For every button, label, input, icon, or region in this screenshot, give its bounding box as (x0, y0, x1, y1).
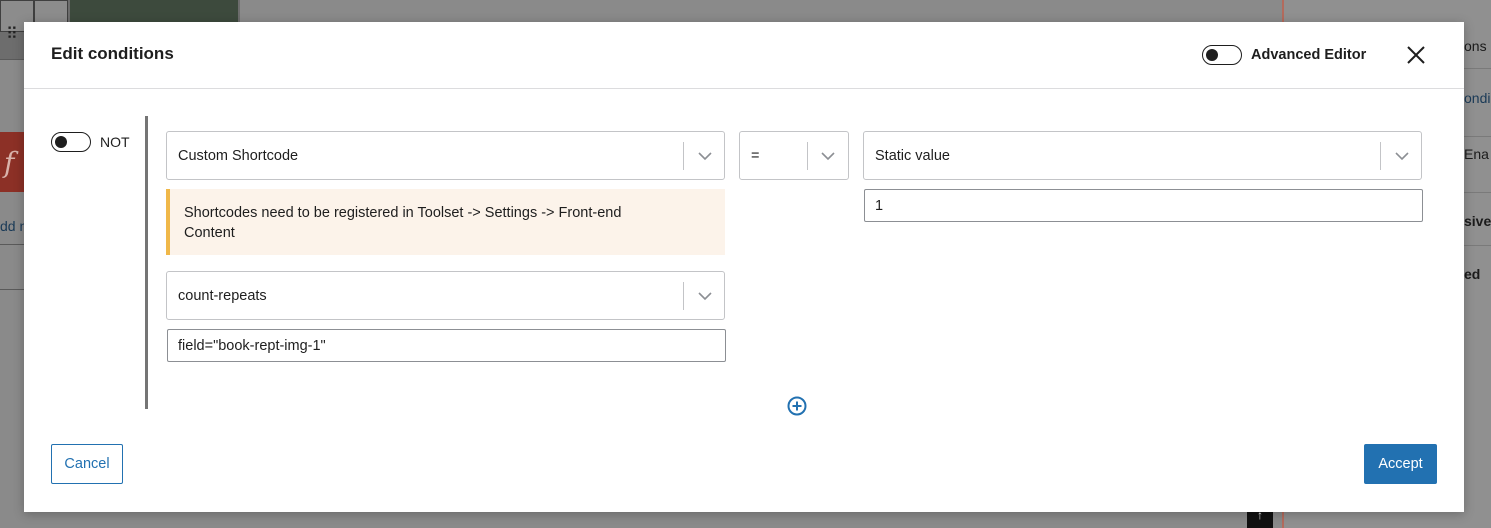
background-sidebar-text: ondi (1464, 90, 1491, 106)
source-select[interactable]: Custom Shortcode (166, 131, 725, 180)
add-condition-button[interactable] (786, 395, 808, 417)
select-separator (683, 142, 684, 170)
background-sidebar-text: ons (1464, 38, 1487, 54)
source-select-value: Custom Shortcode (178, 148, 299, 164)
shortcode-notice: Shortcodes need to be registered in Tool… (166, 189, 725, 255)
modal-title: Edit conditions (51, 44, 174, 63)
close-button[interactable] (1404, 43, 1428, 67)
background-divider (0, 59, 24, 60)
shortcode-select-value: count-repeats (178, 288, 267, 304)
notice-text: Shortcodes need to be registered in Tool… (184, 205, 622, 241)
operator-select-value: = (751, 148, 760, 164)
select-separator (1380, 142, 1381, 170)
select-separator (683, 282, 684, 310)
toggle-knob (1206, 48, 1218, 61)
cancel-button[interactable]: Cancel (51, 444, 123, 484)
drag-handle-icon: ⠿ (6, 26, 18, 43)
value-type-select[interactable]: Static value (863, 131, 1422, 180)
not-toggle[interactable] (51, 132, 91, 152)
chevron-down-icon (1395, 152, 1409, 161)
background-divider (0, 289, 24, 290)
background-sidebar-text: Ena (1464, 146, 1489, 162)
condition-group-rule (145, 116, 148, 409)
shortcode-select[interactable]: count-repeats (166, 271, 725, 320)
static-value-text: 1 (875, 198, 884, 214)
not-label: NOT (100, 134, 130, 150)
select-separator (807, 142, 808, 170)
operator-select[interactable]: = (739, 131, 849, 180)
advanced-editor-toggle[interactable] (1202, 45, 1242, 65)
shortcode-attributes-input[interactable]: field="book-rept-img-1" (167, 329, 726, 362)
edit-conditions-modal: Edit conditions Advanced Editor NOT Cust… (24, 22, 1464, 512)
background-sidebar-text: ed (1464, 266, 1481, 282)
accept-button[interactable]: Accept (1364, 444, 1437, 484)
plus-circle-icon (787, 396, 807, 416)
modal-header: Edit conditions Advanced Editor (24, 22, 1464, 89)
static-value-input[interactable]: 1 (864, 189, 1423, 222)
background-logo: f (0, 132, 24, 192)
close-icon (1407, 46, 1425, 64)
chevron-down-icon (698, 292, 712, 301)
background-sidebar-text: sive (1464, 213, 1491, 229)
background-image (70, 0, 238, 24)
chevron-down-icon (698, 152, 712, 161)
advanced-editor-label: Advanced Editor (1251, 47, 1367, 63)
toggle-knob (55, 135, 67, 148)
value-type-select-value: Static value (875, 148, 950, 164)
chevron-down-icon (821, 152, 835, 161)
background-divider (0, 244, 24, 245)
shortcode-attributes-value: field="book-rept-img-1" (178, 338, 326, 354)
